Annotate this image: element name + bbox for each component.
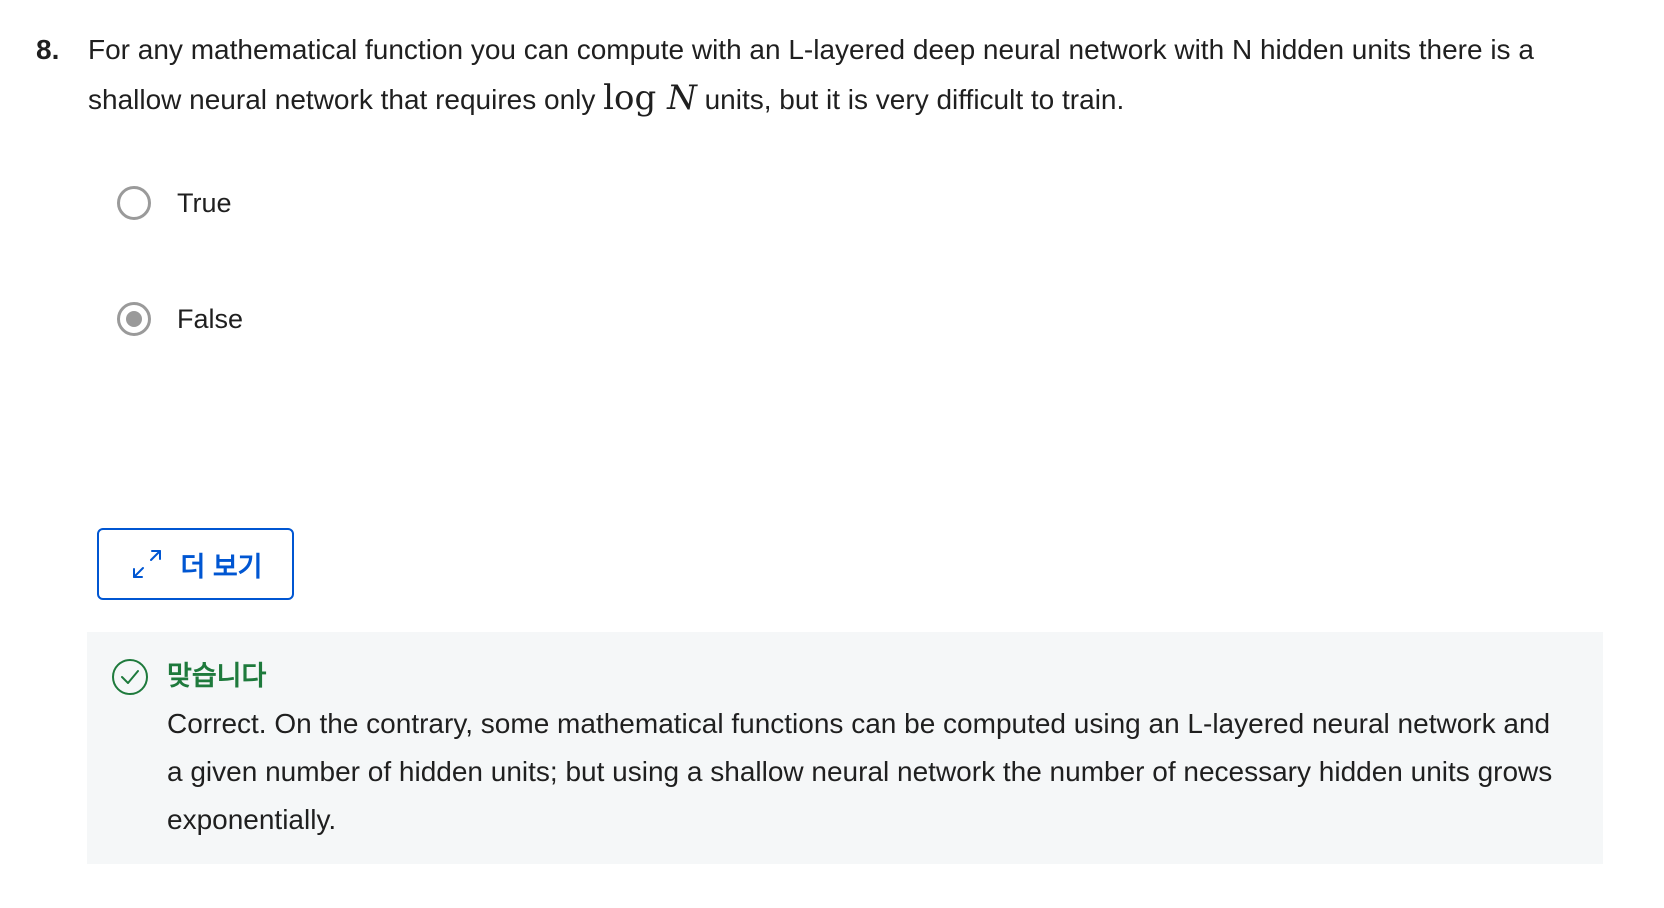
more-button[interactable]: 더 보기 <box>97 528 294 600</box>
radio-false[interactable] <box>117 302 151 336</box>
question-text: For any mathematical function you can co… <box>88 26 1628 124</box>
option-true-label: True <box>177 187 232 218</box>
feedback-title: 맞습니다 <box>167 661 267 691</box>
math-function: log <box>603 78 657 118</box>
option-false[interactable]: False <box>117 302 243 336</box>
question: 8. For any mathematical function you can… <box>36 26 1636 124</box>
check-circle-icon <box>112 659 148 695</box>
more-button-label: 더 보기 <box>180 551 263 582</box>
math-variable: N <box>667 78 697 118</box>
question-text-after: units, but it is very difficult to train… <box>696 84 1125 115</box>
option-false-label: False <box>177 303 244 334</box>
option-true[interactable]: True <box>117 186 232 220</box>
question-number: 8. <box>36 34 60 65</box>
radio-true[interactable] <box>117 186 151 220</box>
feedback-panel: 맞습니다 Correct. On the contrary, some math… <box>87 632 1603 864</box>
math-expression: log N <box>603 78 697 118</box>
expand-arrows-icon <box>133 550 162 578</box>
feedback-text: Correct. On the contrary, some mathemati… <box>167 708 1553 835</box>
